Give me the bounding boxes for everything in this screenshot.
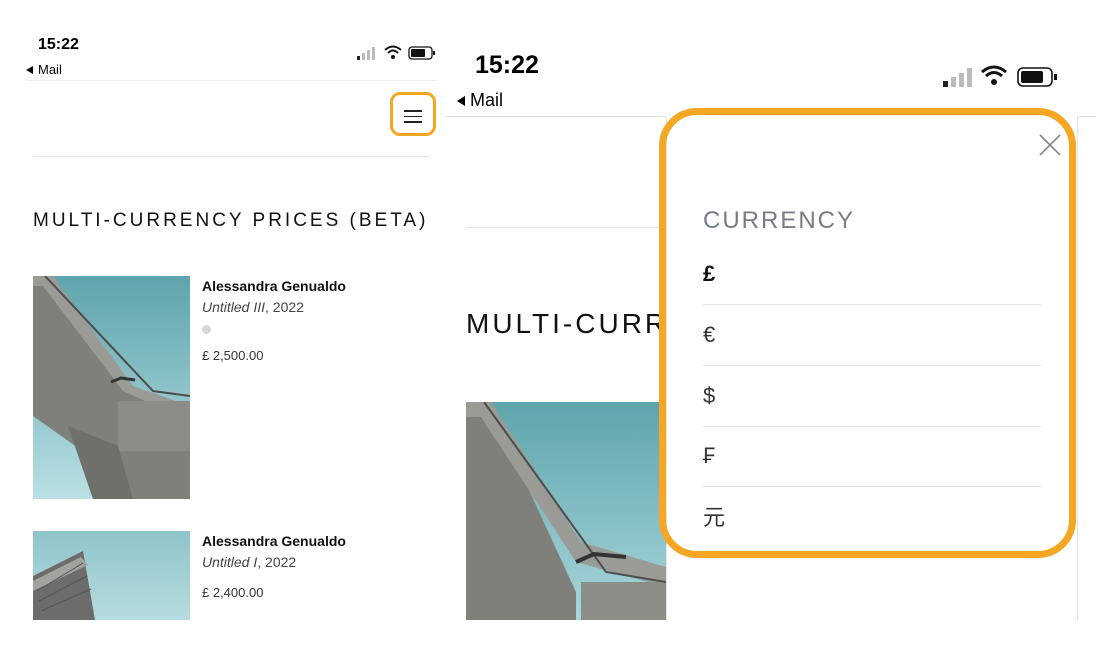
currency-option-cny[interactable]: 元 (703, 486, 1041, 546)
currency-symbol: £ (703, 261, 716, 286)
artwork-price: £ 2,400.00 (202, 585, 264, 600)
back-label: Mail (38, 62, 62, 77)
availability-dot (202, 325, 211, 334)
currency-heading: CURRENCY (703, 207, 856, 234)
artwork-image[interactable] (466, 402, 666, 620)
back-to-mail-link[interactable]: Mail (457, 90, 503, 111)
artwork-image[interactable] (33, 276, 190, 499)
partial-section-title: MULTI-CURR (466, 308, 669, 339)
signal-icon (357, 47, 375, 60)
artwork-price: £ 2,500.00 (202, 348, 264, 363)
currency-symbol: ₣ (703, 443, 716, 468)
artwork-title-text: Untitled I (202, 554, 258, 570)
artist-name[interactable]: Alessandra Genualdo (202, 533, 346, 549)
status-time: 15:22 (475, 51, 539, 79)
top-divider (26, 80, 436, 81)
artwork-year: , 2022 (265, 299, 304, 315)
hamburger-menu-button[interactable] (390, 92, 436, 136)
artwork-card[interactable]: Alessandra Genualdo Untitled III, 2022 £… (33, 276, 413, 500)
currency-symbol: € (703, 322, 716, 347)
header-divider (466, 227, 666, 228)
status-time: 15:22 (38, 36, 79, 53)
currency-symbol: 元 (703, 505, 726, 530)
right-phone-screen: 15:22 Mail MULTI-CURR CURRENCY £ € $ ₣ 元 (445, 0, 1096, 620)
back-label: Mail (470, 90, 504, 110)
artist-name[interactable]: Alessandra Genualdo (202, 278, 346, 294)
battery-icon (408, 46, 435, 60)
close-icon (1039, 134, 1061, 156)
artwork-card[interactable]: Alessandra Genualdo Untitled I, 2022 £ 2… (33, 531, 413, 620)
artwork-title: Untitled III, 2022 (202, 299, 304, 315)
currency-menu-panel: CURRENCY £ € $ ₣ 元 (666, 116, 1078, 620)
signal-icon (943, 68, 972, 87)
back-arrow-icon (26, 65, 33, 74)
currency-options: £ € $ ₣ 元 (667, 244, 1077, 544)
currency-option-gbp[interactable]: £ (703, 244, 1041, 305)
wifi-icon (384, 45, 402, 59)
back-to-mail-link[interactable]: Mail (26, 62, 62, 77)
artwork-image[interactable] (33, 531, 190, 620)
artwork-title: Untitled I, 2022 (202, 554, 296, 570)
back-arrow-icon (457, 95, 465, 106)
header-divider (33, 156, 428, 157)
currency-symbol: $ (703, 383, 716, 408)
currency-option-eur[interactable]: € (703, 305, 1041, 366)
artwork-title-text: Untitled III (202, 299, 266, 315)
section-title: MULTI-CURRENCY PRICES (BETA) (33, 210, 429, 231)
currency-option-chf[interactable]: ₣ (703, 426, 1041, 487)
battery-icon (1017, 67, 1057, 87)
wifi-icon (981, 65, 1007, 85)
currency-option-usd[interactable]: $ (703, 366, 1041, 427)
hamburger-menu-icon (393, 110, 433, 123)
left-phone-screen: 15:22 Mail MULTI-CURRENCY PRICES (BETA) (0, 0, 445, 620)
artwork-year: , 2022 (257, 554, 297, 570)
close-button[interactable] (1037, 132, 1063, 158)
